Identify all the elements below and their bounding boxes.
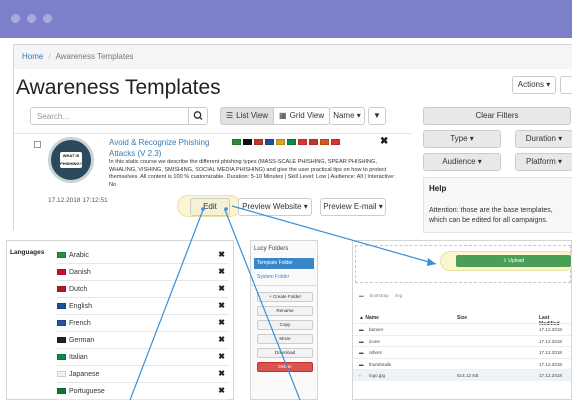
callout-arrows: [129, 205, 437, 400]
